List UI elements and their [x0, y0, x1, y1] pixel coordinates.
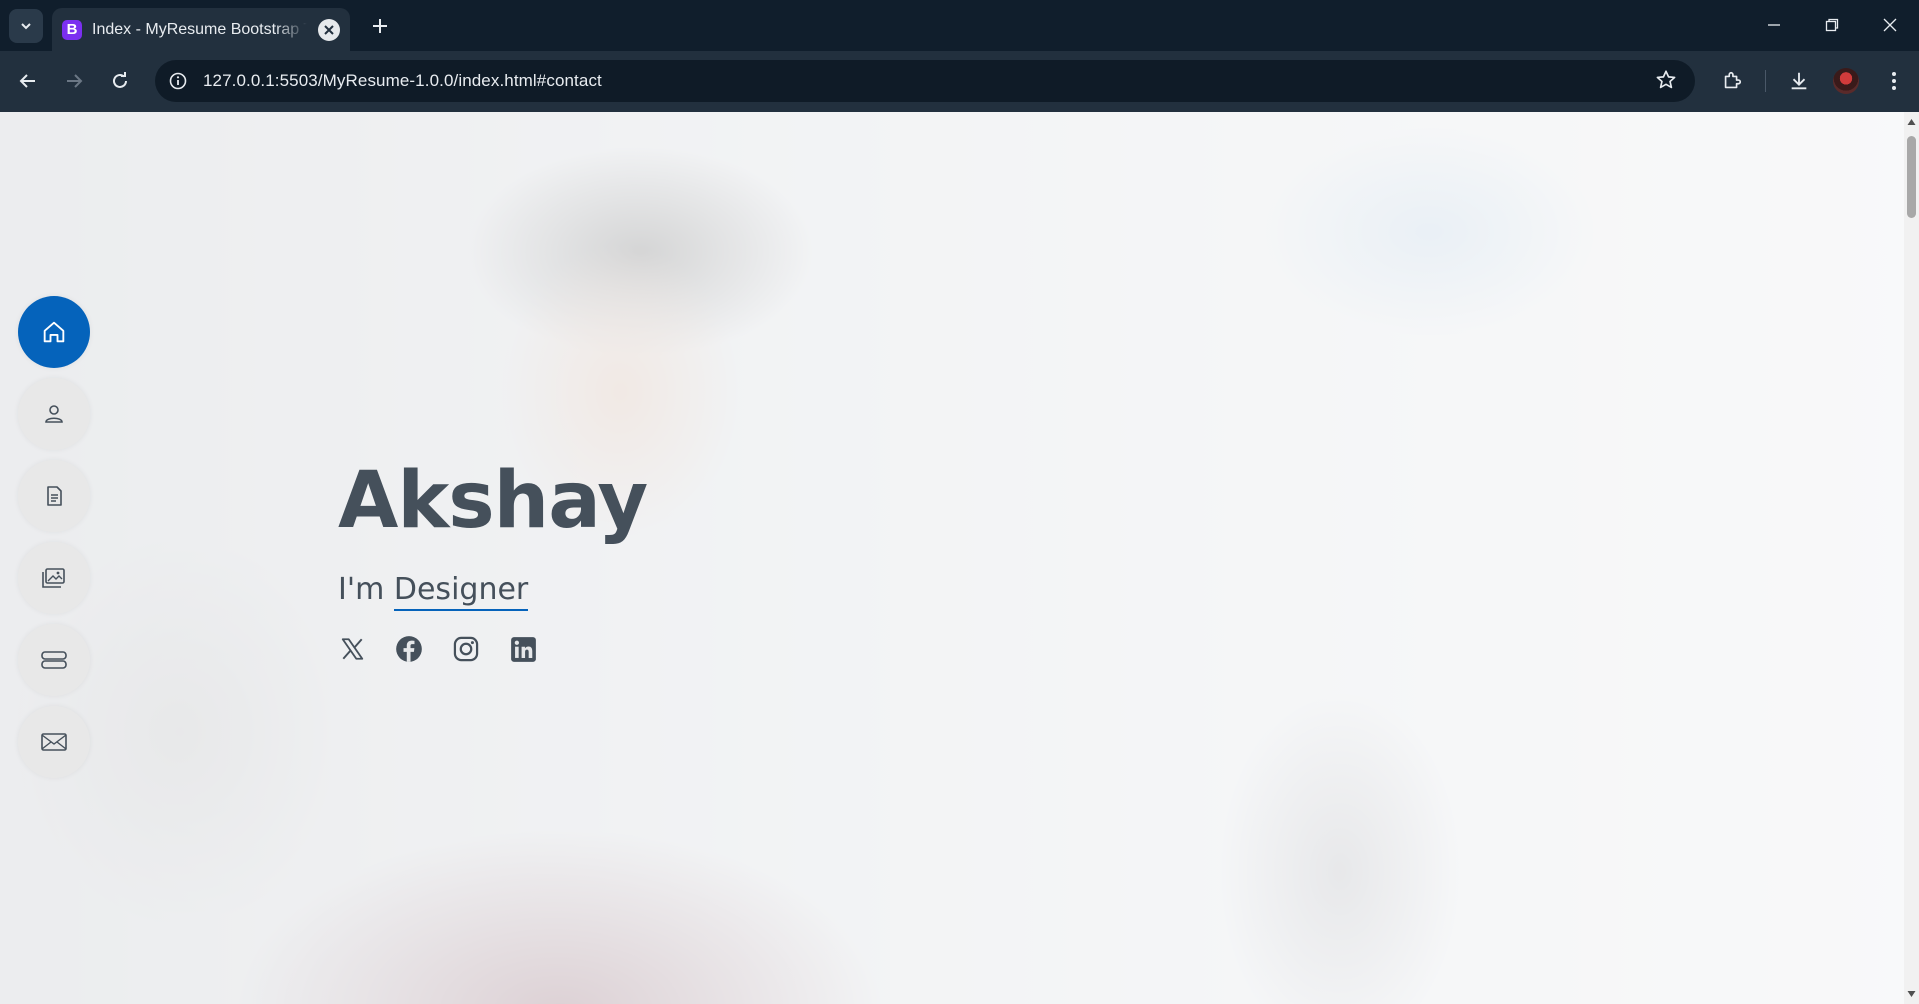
close-window-button[interactable]	[1870, 8, 1910, 42]
arrow-left-icon	[19, 74, 35, 88]
minimize-button[interactable]	[1754, 8, 1794, 42]
scroll-down-arrow-icon[interactable]	[1907, 988, 1916, 1000]
toolbar-divider	[1765, 70, 1766, 92]
nav-home[interactable]	[18, 296, 90, 368]
downloads-button[interactable]	[1781, 63, 1817, 99]
typed-role: Designer	[393, 572, 529, 611]
extensions-button[interactable]	[1714, 63, 1750, 99]
house-icon	[43, 321, 65, 343]
side-nav	[18, 296, 91, 788]
new-tab-button[interactable]	[366, 12, 394, 40]
browser-menu-button[interactable]	[1876, 63, 1912, 99]
arrow-right-icon	[67, 74, 83, 88]
restore-icon	[1825, 18, 1839, 32]
close-icon	[324, 24, 334, 35]
scrollbar-thumb[interactable]	[1907, 136, 1916, 218]
instagram-icon	[453, 636, 479, 662]
envelope-icon	[41, 733, 67, 751]
social-x-link[interactable]	[338, 635, 366, 663]
restore-button[interactable]	[1812, 8, 1852, 42]
reload-icon	[113, 72, 127, 88]
scroll-up-arrow-icon[interactable]	[1907, 116, 1916, 128]
forward-button[interactable]	[56, 63, 92, 99]
hero-content: Akshay I'm Designer	[338, 456, 648, 663]
browser-tabstrip: B Index - MyResume Bootstrap Template	[0, 0, 1919, 51]
nav-resume[interactable]	[18, 460, 90, 532]
chevron-down-icon	[21, 23, 31, 30]
facebook-icon	[396, 636, 422, 662]
hero-overlay	[0, 112, 1904, 1004]
hero-name: Akshay	[338, 456, 648, 546]
tab-close-button[interactable]	[318, 18, 340, 41]
back-button[interactable]	[10, 63, 46, 99]
file-text-icon	[47, 486, 62, 506]
nav-portfolio[interactable]	[18, 542, 90, 614]
linkedin-icon	[510, 636, 536, 662]
puzzle-icon	[1724, 71, 1742, 89]
more-vertical-icon	[1892, 72, 1896, 90]
nav-contact[interactable]	[18, 706, 90, 778]
tab-search-button[interactable]	[9, 9, 43, 43]
address-bar[interactable]: 127.0.0.1:5503/MyResume-1.0.0/index.html…	[155, 60, 1695, 102]
info-icon	[169, 72, 187, 90]
page-scrollbar[interactable]	[1904, 112, 1919, 1004]
bootstrap-favicon-icon: B	[62, 19, 82, 40]
hero-prefix: I'm	[338, 572, 385, 607]
social-links	[338, 635, 647, 663]
tab-title: Index - MyResume Bootstrap Template	[92, 20, 307, 38]
social-instagram-link[interactable]	[452, 635, 480, 663]
images-icon	[42, 568, 65, 588]
nav-about[interactable]	[18, 378, 90, 450]
bookmark-star-button[interactable]	[1655, 69, 1677, 96]
page-viewport: Akshay I'm Designer	[0, 112, 1904, 1004]
plus-icon	[373, 19, 387, 33]
reload-button[interactable]	[102, 63, 138, 99]
minimize-icon	[1768, 24, 1780, 26]
close-icon	[1883, 18, 1897, 32]
address-url[interactable]: 127.0.0.1:5503/MyResume-1.0.0/index.html…	[203, 71, 602, 91]
profile-avatar[interactable]	[1833, 68, 1859, 94]
star-icon	[1656, 70, 1676, 89]
server-icon	[41, 651, 67, 669]
hero-subtitle: I'm Designer	[338, 572, 647, 611]
person-icon	[45, 405, 63, 423]
nav-services[interactable]	[18, 624, 90, 696]
browser-tab[interactable]: B Index - MyResume Bootstrap Template	[52, 8, 350, 51]
download-icon	[1791, 72, 1807, 90]
social-facebook-link[interactable]	[395, 635, 423, 663]
x-icon	[341, 638, 363, 660]
site-info-button[interactable]	[161, 64, 195, 98]
social-linkedin-link[interactable]	[509, 635, 537, 663]
